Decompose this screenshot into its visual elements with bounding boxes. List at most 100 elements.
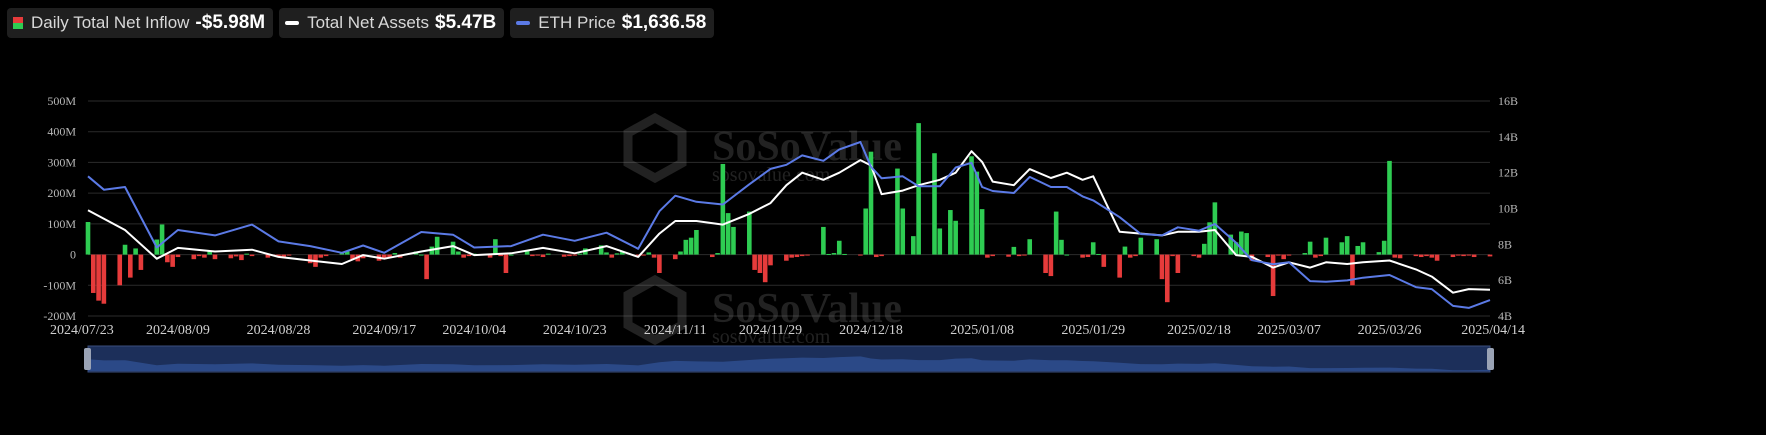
inflow-bar (651, 254, 657, 258)
inflow-bar (614, 253, 620, 255)
x-tick-label: 2024/10/23 (543, 323, 607, 338)
inflow-bar (969, 156, 974, 255)
inflow-bar (567, 254, 572, 257)
x-tick-label: 2024/08/09 (146, 323, 210, 338)
inflow-bar (90, 254, 96, 293)
inflow-bar (1455, 254, 1461, 256)
inflow-bar (1191, 254, 1197, 257)
inflow-bar (212, 254, 218, 260)
x-tick-label: 2025/02/18 (1167, 323, 1231, 338)
inflow-bar (932, 153, 937, 255)
inflow-bar (873, 254, 879, 258)
inflow-bar (1487, 254, 1493, 257)
inflow-bar (540, 254, 546, 258)
inflow-bar (1175, 254, 1181, 273)
y-right-tick-label: 14B (1498, 130, 1518, 144)
inflow-bar (434, 236, 440, 255)
inflow-bar (450, 241, 456, 255)
inflow-bar (641, 254, 646, 256)
inflow-bar (953, 220, 958, 255)
inflow-bar (424, 254, 429, 280)
inflow-bar (561, 254, 567, 257)
inflow-bar (1270, 254, 1276, 297)
inflow-bar (831, 253, 837, 255)
inflow-bar (508, 254, 514, 256)
x-tick-label: 2024/08/28 (247, 323, 311, 338)
inflow-bar (249, 254, 255, 257)
x-tick-label: 2025/01/29 (1061, 323, 1125, 338)
inflow-bar (1064, 254, 1070, 256)
inflow-bar (85, 222, 91, 255)
inflow-bar (709, 254, 715, 258)
y-right-tick-label: 10B (1498, 202, 1518, 216)
inflow-bar (836, 240, 842, 255)
inflow-bar (133, 248, 138, 255)
inflow-bar (1059, 239, 1064, 255)
inflow-bar (1164, 254, 1170, 303)
y-left-tick-label: -200M (43, 309, 76, 323)
inflow-bar (879, 254, 884, 257)
inflow-bar (731, 226, 736, 255)
inflow-bar (688, 237, 694, 255)
inflow-bar (1212, 202, 1218, 255)
inflow-bar (1016, 254, 1022, 257)
range-navigator[interactable] (84, 345, 1494, 373)
inflow-bar (985, 254, 990, 258)
inflow-bar (196, 254, 202, 257)
inflow-bar (1127, 254, 1133, 258)
watermark: SoSoValuesosovalue.comSoSoValuesosovalue… (623, 112, 902, 348)
y-right-tick-label: 12B (1498, 166, 1518, 180)
inflow-bar (979, 209, 985, 255)
etf-flow-chart[interactable]: SoSoValuesosovalue.comSoSoValuesosovalue… (0, 0, 1766, 435)
inflow-bar (461, 254, 466, 258)
y-left-tick-label: 300M (47, 155, 76, 169)
inflow-bar (1344, 236, 1350, 255)
inflow-bar (725, 213, 731, 255)
inflow-bar (715, 253, 720, 255)
x-tick-label: 2024/11/11 (644, 323, 707, 338)
inflow-bar (1276, 254, 1281, 256)
inflow-bar (1339, 242, 1345, 255)
y-right-tick-label: 4B (1498, 309, 1512, 323)
inflow-bar (842, 253, 847, 255)
inflow-bar (1090, 242, 1096, 255)
inflow-bar (604, 252, 609, 255)
inflow-bar (1461, 254, 1466, 257)
inflow-bar (165, 254, 170, 263)
inflow-bar (1313, 254, 1318, 258)
y-right-tick-label: 8B (1498, 237, 1512, 251)
inflow-bar (821, 226, 826, 255)
inflow-bar (244, 253, 250, 255)
inflow-bar (646, 252, 652, 255)
y-left-tick-label: 0 (70, 248, 76, 262)
inflow-bar (1117, 254, 1122, 278)
y-right-tick-label: 16B (1498, 94, 1518, 108)
inflow-bar (535, 254, 540, 256)
inflow-bar (228, 254, 234, 259)
inflow-bar (1101, 254, 1107, 267)
inflow-bar (1096, 253, 1101, 255)
inflow-bar (747, 211, 752, 255)
inflow-bar (96, 254, 101, 301)
navigator-right-handle (1487, 348, 1494, 370)
inflow-bar (1154, 239, 1159, 255)
x-tick-label: 2024/11/29 (739, 323, 802, 338)
inflow-bar (895, 168, 900, 255)
inflow-bar (1202, 243, 1207, 255)
inflow-bar (138, 254, 144, 270)
inflow-bar (1027, 239, 1033, 255)
inflow-bar (323, 254, 329, 257)
inflow-bar (1466, 254, 1472, 256)
inflow-bar (466, 254, 472, 257)
inflow-bar (159, 224, 165, 255)
inflow-bar (1471, 254, 1477, 258)
y-left-tick-label: 400M (47, 125, 76, 139)
x-tick-label: 2025/03/07 (1257, 323, 1321, 338)
inflow-bar (789, 254, 794, 258)
inflow-bar (233, 254, 239, 257)
inflow-bar (768, 254, 773, 266)
inflow-bar (1006, 254, 1011, 257)
inflow-bar (1387, 160, 1392, 255)
inflow-bar (937, 228, 943, 255)
inflow-bar (1281, 254, 1286, 260)
